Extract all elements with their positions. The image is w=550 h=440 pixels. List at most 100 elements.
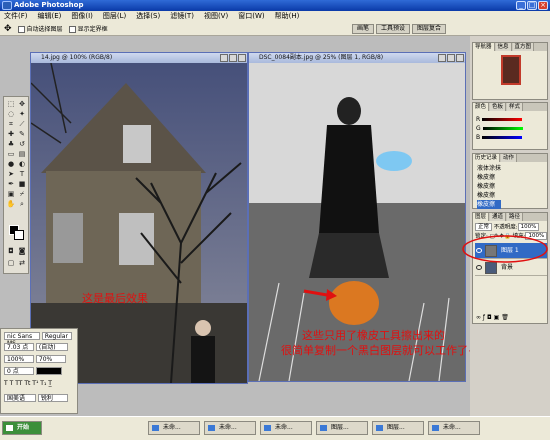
tab-navigator[interactable]: 导航器 xyxy=(473,43,495,51)
document-2-maximize-button[interactable] xyxy=(447,54,455,62)
document-1-close-button[interactable] xyxy=(238,54,246,62)
auto-select-option[interactable]: 自动选择图层 xyxy=(17,24,63,33)
blue-slider[interactable]: B xyxy=(476,133,525,142)
show-bounds-checkbox[interactable] xyxy=(68,26,76,33)
palette-tab-tool-presets[interactable]: 工具预设 xyxy=(375,24,410,34)
document-2-close-button[interactable] xyxy=(456,54,464,62)
taskbar-item[interactable]: 未命... xyxy=(204,421,256,435)
navigator-thumbnail[interactable] xyxy=(501,55,521,85)
italic-button[interactable]: T xyxy=(10,380,14,387)
close-button[interactable]: × xyxy=(538,1,548,10)
menu-edit[interactable]: 编辑(E) xyxy=(38,11,62,22)
menu-window[interactable]: 窗口(W) xyxy=(238,11,264,22)
document-1-maximize-button[interactable] xyxy=(229,54,237,62)
gradient-tool-icon[interactable]: ▤ xyxy=(17,150,27,158)
palette-tab-layer-comps[interactable]: 图层复合 xyxy=(411,24,446,34)
taskbar-item[interactable]: 未命... xyxy=(148,421,200,435)
notes-tool-icon[interactable]: ▣ xyxy=(6,190,16,198)
horizontal-scale-field[interactable]: 70% xyxy=(35,354,66,363)
shape-tool-icon[interactable]: ■ xyxy=(17,180,27,188)
brush-tool-icon[interactable]: ✎ xyxy=(17,130,27,138)
baseline-shift-field[interactable]: 0 点 xyxy=(4,366,34,375)
zoom-tool-icon[interactable]: ⌕ xyxy=(17,200,27,208)
quick-mask-on-icon[interactable]: ◙ xyxy=(17,247,27,255)
history-brush-icon[interactable]: ↺ xyxy=(17,140,27,148)
eyedropper-icon[interactable]: ⌿ xyxy=(17,190,27,198)
taskbar-item[interactable]: 图层... xyxy=(372,421,424,435)
vertical-scale-field[interactable]: 100% xyxy=(4,354,34,363)
start-button[interactable]: 开始 xyxy=(2,421,42,435)
type-tool-icon[interactable]: T xyxy=(17,170,27,178)
taskbar-item[interactable]: 未命... xyxy=(260,421,312,435)
marquee-tool-icon[interactable]: ⬚ xyxy=(6,100,16,108)
minimize-button[interactable]: _ xyxy=(516,1,526,10)
blur-tool-icon[interactable]: ● xyxy=(6,160,16,168)
menu-layer[interactable]: 图层(L) xyxy=(103,11,126,22)
new-layer-icon[interactable]: ▣ xyxy=(494,314,500,321)
history-item[interactable]: 橡皮擦 xyxy=(477,182,501,191)
font-size-field[interactable]: 7.03 点 xyxy=(4,342,34,351)
layer-style-icon[interactable]: ƒ xyxy=(483,314,485,321)
hand-tool-icon[interactable]: ✋ xyxy=(6,200,16,208)
auto-select-checkbox[interactable] xyxy=(17,26,25,33)
quick-mask-icon[interactable]: ◘ xyxy=(6,247,16,255)
leading-field[interactable]: (自动) xyxy=(35,342,68,351)
taskbar-item[interactable]: 图层... xyxy=(316,421,368,435)
document-2-titlebar[interactable]: DSC_0084副本.jpg @ 25% (图层 1, RGB/8) xyxy=(249,53,465,63)
move-tool-icon[interactable]: ✥ xyxy=(4,24,12,34)
tab-info[interactable]: 信息 xyxy=(495,43,512,51)
document-1-minimize-button[interactable] xyxy=(220,54,228,62)
tab-paths[interactable]: 路径 xyxy=(507,213,524,221)
tab-history[interactable]: 历史记录 xyxy=(473,154,501,162)
history-item[interactable]: 橡皮擦 xyxy=(477,191,501,200)
dodge-tool-icon[interactable]: ◐ xyxy=(17,160,27,168)
small-caps-button[interactable]: Tt xyxy=(24,380,30,387)
palette-tab-brushes[interactable]: 画笔 xyxy=(351,24,374,34)
language-field[interactable]: 国美语 xyxy=(4,393,36,402)
tab-actions[interactable]: 动作 xyxy=(501,154,518,162)
tab-layers[interactable]: 图层 xyxy=(473,213,490,221)
menu-help[interactable]: 帮助(H) xyxy=(275,11,300,22)
tab-styles[interactable]: 样式 xyxy=(507,103,524,111)
history-item[interactable]: 橡皮擦 xyxy=(477,200,502,209)
document-1-titlebar[interactable]: 14.jpg @ 100% (RGB/8) xyxy=(31,53,247,63)
menu-select[interactable]: 选择(S) xyxy=(136,11,160,22)
red-slider[interactable]: R xyxy=(476,115,525,124)
pen-tool-icon[interactable]: ✒ xyxy=(6,180,16,188)
move-tool-icon[interactable]: ✥ xyxy=(17,100,27,108)
menu-filter[interactable]: 滤镜(T) xyxy=(170,11,194,22)
tab-channels[interactable]: 通道 xyxy=(490,213,507,221)
document-2-minimize-button[interactable] xyxy=(438,54,446,62)
magic-wand-icon[interactable]: ✦ xyxy=(17,110,27,118)
trash-icon[interactable]: 🗑 xyxy=(501,314,509,321)
crop-tool-icon[interactable]: ⌗ xyxy=(6,120,16,128)
eraser-tool-icon[interactable]: ▭ xyxy=(6,150,16,158)
tab-swatches[interactable]: 色板 xyxy=(490,103,507,111)
caps-button[interactable]: TT xyxy=(15,380,22,387)
link-icon[interactable]: ∞ xyxy=(476,314,481,321)
path-select-icon[interactable]: ➤ xyxy=(6,170,16,178)
history-item[interactable]: 液体涂抹 xyxy=(477,164,501,173)
font-family-field[interactable]: nic Sans MS xyxy=(4,331,40,347)
jump-to-imageready-icon[interactable]: ⇄ xyxy=(17,259,27,267)
maximize-button[interactable]: □ xyxy=(527,1,537,10)
show-bounds-option[interactable]: 显示定界框 xyxy=(68,24,108,33)
menu-view[interactable]: 视图(V) xyxy=(204,11,228,22)
background-color-swatch[interactable] xyxy=(14,230,24,240)
menu-image[interactable]: 图像(I) xyxy=(71,11,93,22)
mask-icon[interactable]: ◘ xyxy=(487,314,492,321)
underline-button[interactable]: T̲ xyxy=(48,380,52,387)
slice-tool-icon[interactable]: ⟋ xyxy=(17,120,27,128)
text-color-swatch[interactable] xyxy=(35,366,62,375)
healing-brush-icon[interactable]: ✚ xyxy=(6,130,16,138)
lasso-tool-icon[interactable]: ◌ xyxy=(6,110,16,118)
subscript-button[interactable]: T₁ xyxy=(40,380,46,387)
green-slider[interactable]: G xyxy=(476,124,525,133)
tab-histogram[interactable]: 直方图 xyxy=(512,43,535,51)
font-style-field[interactable]: Regular xyxy=(41,331,72,340)
clone-stamp-icon[interactable]: ♣ xyxy=(6,140,16,148)
screen-mode-icon[interactable]: ▢ xyxy=(6,259,16,267)
history-item[interactable]: 橡皮擦 xyxy=(477,173,501,182)
opacity-field[interactable]: 100% xyxy=(517,223,540,231)
menu-file[interactable]: 文件(F) xyxy=(4,11,28,22)
